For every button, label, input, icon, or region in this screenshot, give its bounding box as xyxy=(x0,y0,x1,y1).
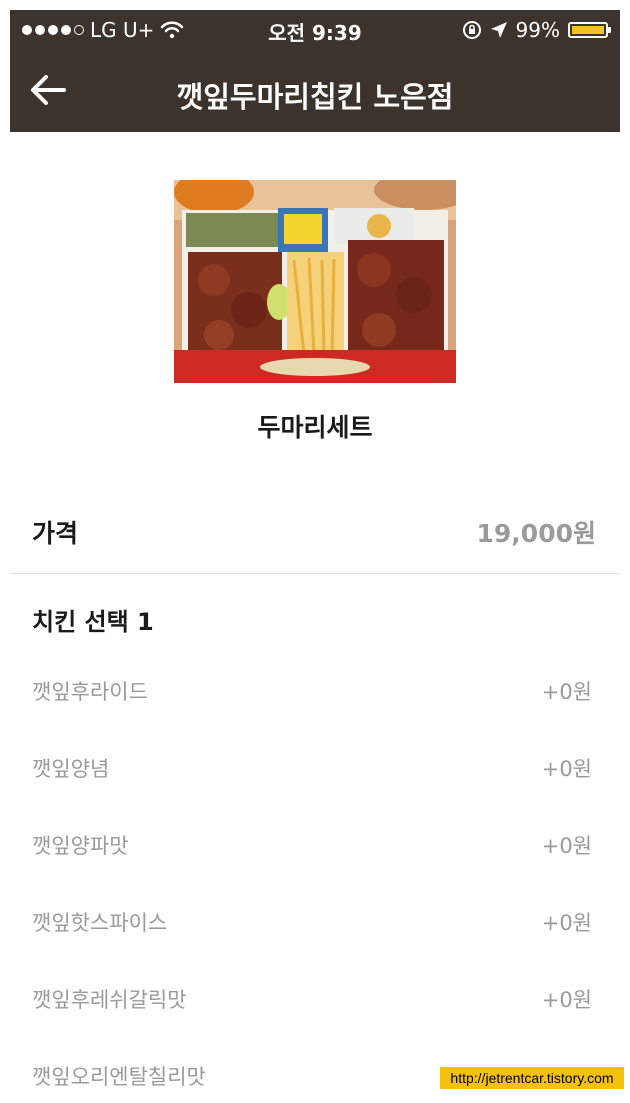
option-extra-price: +0원 xyxy=(541,757,592,781)
option-item[interactable]: 깻잎후레쉬갈릭맛 +0원 xyxy=(10,958,620,1035)
price-label: 가격 xyxy=(32,519,79,548)
orientation-lock-icon xyxy=(462,21,481,39)
option-extra-price: +0원 xyxy=(541,834,592,858)
status-bar: LG U+ 오전 9:39 99% xyxy=(10,10,620,48)
option-list: 깻잎후라이드 +0원 깻잎양념 +0원 깻잎양파맛 +0원 깻잎핫스파이스 +0… xyxy=(10,650,620,1103)
option-name: 깻잎후라이드 xyxy=(32,680,148,704)
option-name: 깻잎오리엔탈칠리맛 xyxy=(32,1065,206,1089)
watermark: http://jetrentcar.tistory.com xyxy=(440,1067,624,1089)
option-item[interactable]: 깻잎양념 +0원 xyxy=(10,727,620,804)
page-title: 깻잎두마리칩킨 노은점 xyxy=(176,80,454,114)
nav-bar: 깻잎두마리칩킨 노은점 xyxy=(10,48,620,132)
product-name: 두마리세트 xyxy=(257,413,373,442)
option-item[interactable]: 깻잎양파맛 +0원 xyxy=(10,804,620,881)
option-extra-price: +0원 xyxy=(541,911,592,935)
status-right: 99% xyxy=(462,18,611,42)
option-item[interactable]: 깻잎후라이드 +0원 xyxy=(10,650,620,727)
product-image xyxy=(174,180,456,383)
location-arrow-icon xyxy=(490,22,507,38)
option-extra-price: +0원 xyxy=(541,988,592,1012)
option-name: 깻잎후레쉬갈릭맛 xyxy=(32,988,187,1012)
section-title: 치킨 선택 1 xyxy=(32,608,154,636)
option-name: 깻잎양파맛 xyxy=(32,834,129,858)
battery-percent: 99% xyxy=(515,18,560,42)
app-screen: LG U+ 오전 9:39 99% 깻잎두마리칩킨 노은점 두마리세트 가격 1… xyxy=(10,10,620,1103)
option-extra-price: +0원 xyxy=(541,680,592,704)
price-row: 가격 19,000원 xyxy=(10,500,620,572)
battery-icon xyxy=(568,22,611,38)
option-item[interactable]: 깻잎핫스파이스 +0원 xyxy=(10,881,620,958)
price-value: 19,000원 xyxy=(476,519,596,548)
divider xyxy=(10,573,620,574)
option-name: 깻잎양념 xyxy=(32,757,110,781)
option-name: 깻잎핫스파이스 xyxy=(32,911,168,935)
